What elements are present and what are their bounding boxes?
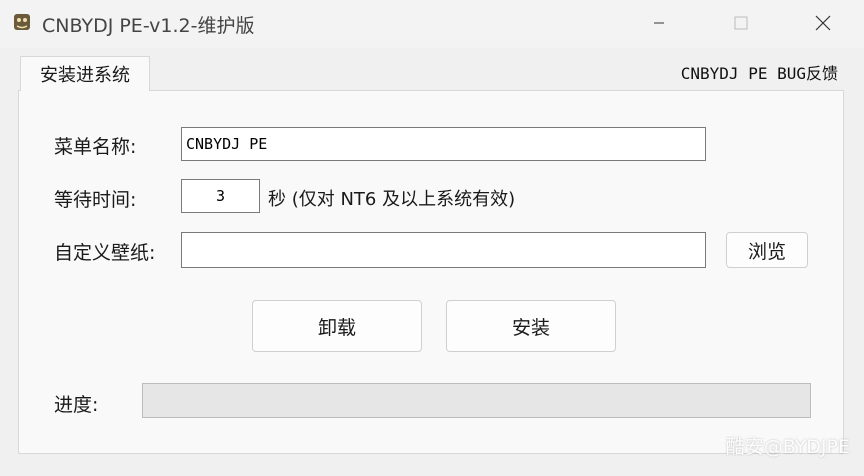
close-button[interactable]	[794, 0, 852, 46]
browse-button[interactable]: 浏览	[726, 232, 808, 268]
close-icon	[815, 15, 831, 31]
maximize-icon	[734, 16, 748, 30]
bug-feedback-link[interactable]: CNBYDJ PE BUG反馈	[681, 60, 838, 84]
tab-install-to-system[interactable]: 安装进系统	[20, 56, 150, 91]
watermark-text: 酷安@BYDJPE	[725, 436, 850, 458]
wallpaper-label: 自定义壁纸:	[54, 242, 156, 264]
wallpaper-path-input[interactable]	[181, 232, 706, 268]
window-title: CNBYDJ PE-v1.2-维护版	[42, 15, 255, 37]
title-bar: CNBYDJ PE-v1.2-维护版	[0, 0, 864, 48]
progress-bar	[142, 383, 811, 418]
app-icon	[14, 14, 30, 30]
wait-time-note: 秒 (仅对 NT6 及以上系统有效)	[268, 189, 516, 210]
wait-time-input[interactable]	[181, 179, 260, 213]
uninstall-button[interactable]: 卸载	[252, 300, 422, 352]
menu-name-label: 菜单名称:	[54, 136, 137, 158]
minimize-button[interactable]	[630, 0, 688, 46]
minimize-icon	[654, 22, 664, 24]
progress-label: 进度:	[54, 394, 99, 416]
maximize-button[interactable]	[712, 0, 770, 46]
install-button[interactable]: 安装	[446, 300, 616, 352]
wait-time-label: 等待时间:	[54, 189, 137, 211]
menu-name-input[interactable]	[181, 127, 706, 161]
